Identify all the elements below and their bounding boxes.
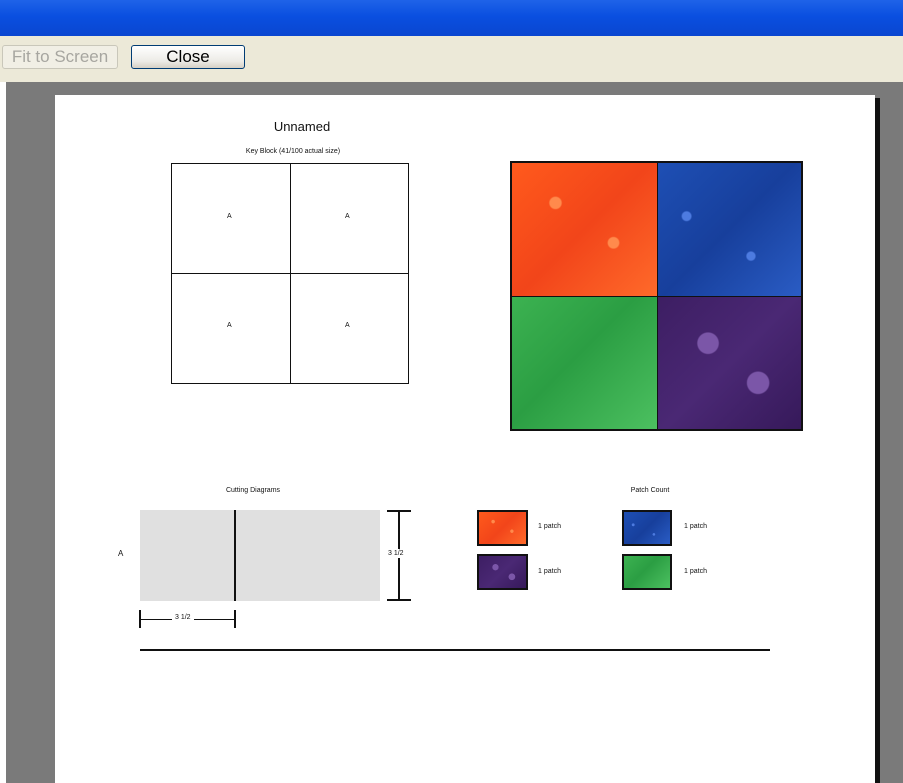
fabric-patch-orange	[512, 163, 658, 297]
patch-swatch-blue	[622, 510, 672, 546]
cutting-diagrams-title: Cutting Diagrams	[225, 487, 281, 494]
window-title-bar	[0, 0, 903, 36]
fabric-patch-purple	[658, 297, 801, 429]
patch-swatch-purple	[477, 554, 528, 590]
fit-to-screen-button[interactable]: Fit to Screen	[2, 45, 118, 69]
height-dimension-cap	[387, 599, 411, 601]
fabric-patch-blue	[658, 163, 801, 297]
patch-count-label: 1 patch	[684, 568, 707, 575]
toolbar: Fit to Screen Close	[0, 36, 903, 83]
key-block-grid: A A A A	[171, 163, 409, 384]
patch-swatch-orange	[477, 510, 528, 546]
width-dimension-label: 3 1/2	[172, 614, 194, 621]
patch-count-label: 1 patch	[538, 523, 561, 530]
fabric-patch-green	[512, 297, 658, 429]
cutting-strip	[140, 510, 380, 601]
close-button[interactable]: Close	[131, 45, 245, 69]
key-block-caption: Key Block (41/100 actual size)	[245, 148, 341, 155]
cutting-row-label: A	[118, 549, 124, 558]
patch-label: A	[227, 213, 232, 220]
key-block-cell: A	[291, 274, 408, 383]
page-shadow	[875, 98, 880, 783]
patch-count-label: 1 patch	[538, 568, 561, 575]
section-divider	[140, 649, 770, 651]
height-dimension-cap	[387, 510, 411, 512]
preview-page: Unnamed Key Block (41/100 actual size) A…	[55, 95, 875, 783]
patch-count-title: Patch Count	[630, 487, 670, 494]
width-dimension-cap	[234, 610, 236, 628]
patch-count-label: 1 patch	[684, 523, 707, 530]
patch-label: A	[227, 322, 232, 329]
key-block-cell: A	[172, 164, 291, 274]
block-fabric-preview	[510, 161, 803, 431]
patch-label: A	[345, 322, 350, 329]
preview-left-edge	[0, 82, 6, 783]
cutting-line	[234, 510, 236, 601]
key-block-cell: A	[291, 164, 408, 274]
page-title: Unnamed	[273, 119, 331, 134]
key-block-cell: A	[172, 274, 291, 383]
width-dimension-cap	[139, 610, 141, 628]
height-dimension-label: 3 1/2	[388, 549, 404, 558]
patch-label: A	[345, 213, 350, 220]
patch-swatch-green	[622, 554, 672, 590]
